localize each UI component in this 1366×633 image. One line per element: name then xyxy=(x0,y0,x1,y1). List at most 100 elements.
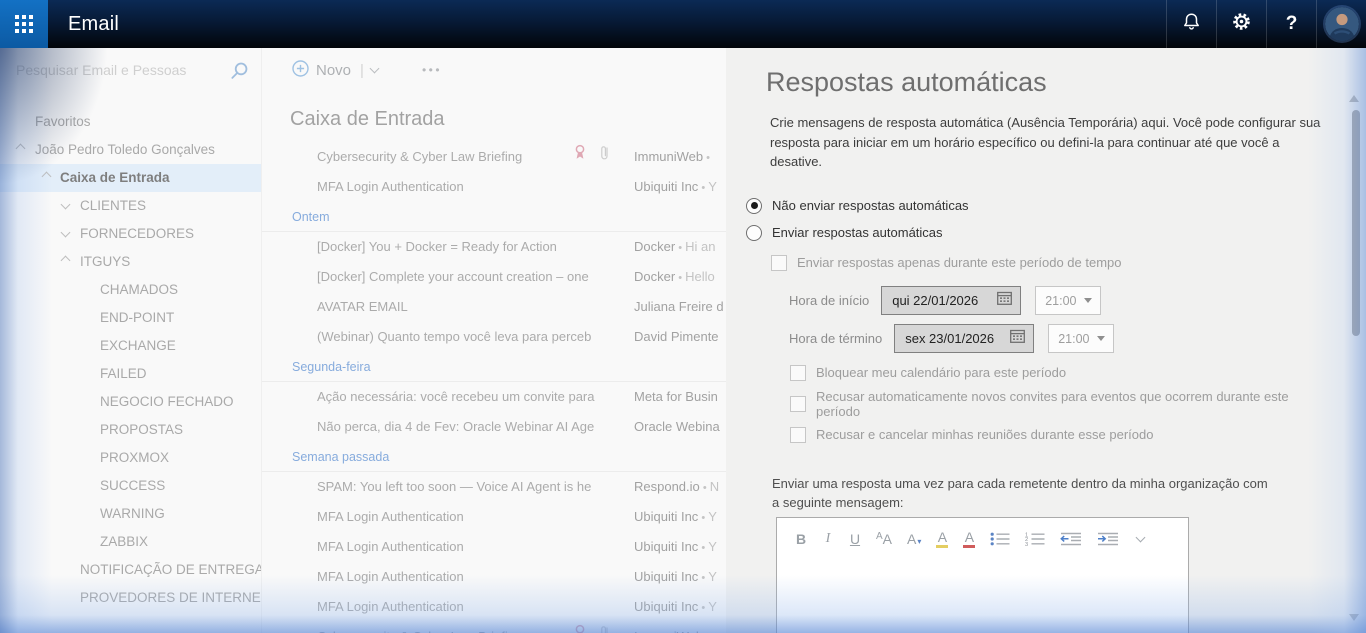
highlight-icon[interactable]: A xyxy=(936,530,948,548)
search-bar xyxy=(0,48,261,92)
message-row[interactable]: Não perca, dia 4 de Fev: Oracle Webinar … xyxy=(262,412,726,442)
message-subject: (Webinar) Quanto tempo você leva para pe… xyxy=(317,322,598,352)
sidebar-item-provedores-de-internet[interactable]: PROVEDORES DE INTERNET xyxy=(0,584,261,612)
notifications-button[interactable] xyxy=(1166,0,1216,48)
sidebar-item-label: END-POINT xyxy=(100,310,174,325)
more-commands-icon[interactable]: ••• xyxy=(422,63,442,77)
message-list-toolbar: Novo | ••• xyxy=(262,48,726,92)
more-formatting-icon[interactable] xyxy=(1134,534,1146,544)
message-row[interactable]: Cybersecurity & Cyber Law BriefingImmuni… xyxy=(262,142,726,172)
sidebar-item-exchange[interactable]: EXCHANGE xyxy=(0,332,261,360)
bold-icon[interactable]: B xyxy=(795,532,807,546)
sender-name: Respond.io xyxy=(634,479,700,494)
sidebar-item-label: EXCHANGE xyxy=(100,338,176,353)
sidebar-item-favoritos[interactable]: Favoritos xyxy=(0,108,261,136)
sidebar-item-propostas[interactable]: PROPOSTAS xyxy=(0,416,261,444)
message-row[interactable]: (Webinar) Quanto tempo você leva para pe… xyxy=(262,322,726,352)
message-row[interactable]: [Docker] You + Docker = Ready for Action… xyxy=(262,232,726,262)
app-launcher-button[interactable] xyxy=(0,0,48,48)
sidebar-item-chamados[interactable]: CHAMADOS xyxy=(0,276,261,304)
sidebar-item-success[interactable]: SUCCESS xyxy=(0,472,261,500)
start-date-picker[interactable]: qui 22/01/2026 xyxy=(881,286,1021,315)
outdent-icon[interactable] xyxy=(1060,532,1082,546)
message-row[interactable]: MFA Login AuthenticationUbiquiti Inc • Y xyxy=(262,592,726,622)
message-row[interactable]: [Docker] Complete your account creation … xyxy=(262,262,726,292)
font-icon[interactable]: AA xyxy=(876,532,892,546)
font-color-icon[interactable]: A xyxy=(963,530,975,548)
checkbox-cancel-meetings[interactable]: Recusar e cancelar minhas reuniões duran… xyxy=(790,426,1310,444)
radio-selected-icon[interactable] xyxy=(746,198,762,214)
calendar-icon[interactable] xyxy=(997,291,1012,310)
checkbox-icon[interactable] xyxy=(790,396,806,412)
settings-button[interactable] xyxy=(1216,0,1266,48)
message-group-header[interactable]: Semana passada xyxy=(262,442,726,472)
checkbox-decline-invites[interactable]: Recusar automaticamente novos convites p… xyxy=(790,395,1310,413)
scrollbar-thumb[interactable] xyxy=(1352,110,1360,336)
message-row[interactable]: Cybersecurity & Cyber Law BriefingImmuni… xyxy=(262,622,726,633)
end-time-row: Hora de término sex 23/01/2026 21:00 xyxy=(789,324,1310,354)
sidebar-item-clientes[interactable]: CLIENTES xyxy=(0,192,261,220)
search-input[interactable] xyxy=(14,61,224,79)
bullet-separator: • xyxy=(698,572,708,584)
sender-name: Juliana Freire d xyxy=(634,299,724,314)
chevron-down-icon[interactable] xyxy=(61,200,71,210)
scrollbar-down-arrow-icon[interactable] xyxy=(1349,614,1359,621)
sidebar-item-proxmox[interactable]: PROXMOX xyxy=(0,444,261,472)
message-subject: [Docker] Complete your account creation … xyxy=(317,262,598,292)
sidebar-item-itguys[interactable]: ITGUYS xyxy=(0,248,261,276)
message-row[interactable]: MFA Login AuthenticationUbiquiti Inc • Y xyxy=(262,502,726,532)
sidebar-item-jo-o-pedro-toledo-gon-alves[interactable]: João Pedro Toledo Gonçalves xyxy=(0,136,261,164)
calendar-icon[interactable] xyxy=(1010,329,1025,348)
chevron-down-icon[interactable] xyxy=(369,64,379,74)
message-subject: AVATAR EMAIL xyxy=(317,292,598,322)
checkbox-icon[interactable] xyxy=(790,365,806,381)
chevron-up-icon[interactable] xyxy=(16,144,26,154)
checkbox-block-calendar[interactable]: Bloquear meu calendário para este períod… xyxy=(790,364,1310,382)
svg-text:3: 3 xyxy=(1025,542,1028,546)
radio-send-automatic-replies[interactable]: Enviar respostas automáticas xyxy=(746,224,1310,242)
end-date-picker[interactable]: sex 23/01/2026 xyxy=(894,324,1034,353)
message-group-header[interactable]: Ontem xyxy=(262,202,726,232)
indent-icon[interactable] xyxy=(1097,532,1119,546)
message-row[interactable]: SPAM: You left too soon — Voice AI Agent… xyxy=(262,472,726,502)
chevron-down-icon[interactable] xyxy=(61,228,71,238)
message-row[interactable]: Ação necessária: você recebeu um convite… xyxy=(262,382,726,412)
message-row[interactable]: MFA Login AuthenticationUbiquiti Inc • Y xyxy=(262,172,726,202)
message-row[interactable]: AVATAR EMAIL Juliana Freire d xyxy=(262,292,726,322)
italic-icon[interactable]: I xyxy=(822,532,834,546)
sidebar-item-label: ZABBIX xyxy=(100,534,148,549)
sidebar-item-notifica-o-de-entrega[interactable]: NOTIFICAÇÃO DE ENTREGA xyxy=(0,556,261,584)
checkbox-icon[interactable] xyxy=(771,255,787,271)
message-row[interactable]: MFA Login AuthenticationUbiquiti Inc • Y xyxy=(262,532,726,562)
underline-icon[interactable]: U xyxy=(849,532,861,546)
start-time-dropdown[interactable]: 21:00 xyxy=(1035,286,1101,315)
bullet-list-icon[interactable] xyxy=(990,532,1010,546)
search-icon[interactable] xyxy=(230,61,249,85)
checkbox-send-during-period[interactable]: Enviar respostas apenas durante este per… xyxy=(771,254,1310,272)
new-message-label: Novo xyxy=(316,62,351,79)
end-time-dropdown[interactable]: 21:00 xyxy=(1048,324,1114,353)
reply-message-editor[interactable]: B I U AA A▾ AA 123 xyxy=(776,517,1189,633)
new-message-button[interactable]: Novo xyxy=(292,60,351,81)
help-button[interactable]: ? xyxy=(1266,0,1316,48)
checkbox-icon[interactable] xyxy=(790,427,806,443)
message-preview: Y xyxy=(708,179,717,194)
font-size-icon[interactable]: A▾ xyxy=(907,532,921,546)
radio-unselected-icon[interactable] xyxy=(746,225,762,241)
message-row[interactable]: MFA Login AuthenticationUbiquiti Inc • Y xyxy=(262,562,726,592)
chevron-up-icon[interactable] xyxy=(61,256,71,266)
sidebar-item-fornecedores[interactable]: FORNECEDORES xyxy=(0,220,261,248)
radio-no-automatic-replies[interactable]: Não enviar respostas automáticas xyxy=(746,197,1310,215)
sidebar-item-warning[interactable]: WARNING xyxy=(0,500,261,528)
numbered-list-icon[interactable]: 123 xyxy=(1025,532,1045,546)
sidebar-item-failed[interactable]: FAILED xyxy=(0,360,261,388)
chevron-up-icon[interactable] xyxy=(42,172,52,182)
account-button[interactable] xyxy=(1316,0,1366,48)
sidebar-item-caixa-de-entrada[interactable]: Caixa de Entrada xyxy=(0,164,261,192)
sidebar-item-zabbix[interactable]: ZABBIX xyxy=(0,528,261,556)
sidebar-item-negocio-fechado[interactable]: NEGOCIO FECHADO xyxy=(0,388,261,416)
scrollbar-up-arrow-icon[interactable] xyxy=(1349,95,1359,102)
sidebar-item-end-point[interactable]: END-POINT xyxy=(0,304,261,332)
message-group-header[interactable]: Segunda-feira xyxy=(262,352,726,382)
automatic-replies-panel: ✓ OK ✕ Cancelar Respostas automáticas Cr… xyxy=(726,0,1366,633)
